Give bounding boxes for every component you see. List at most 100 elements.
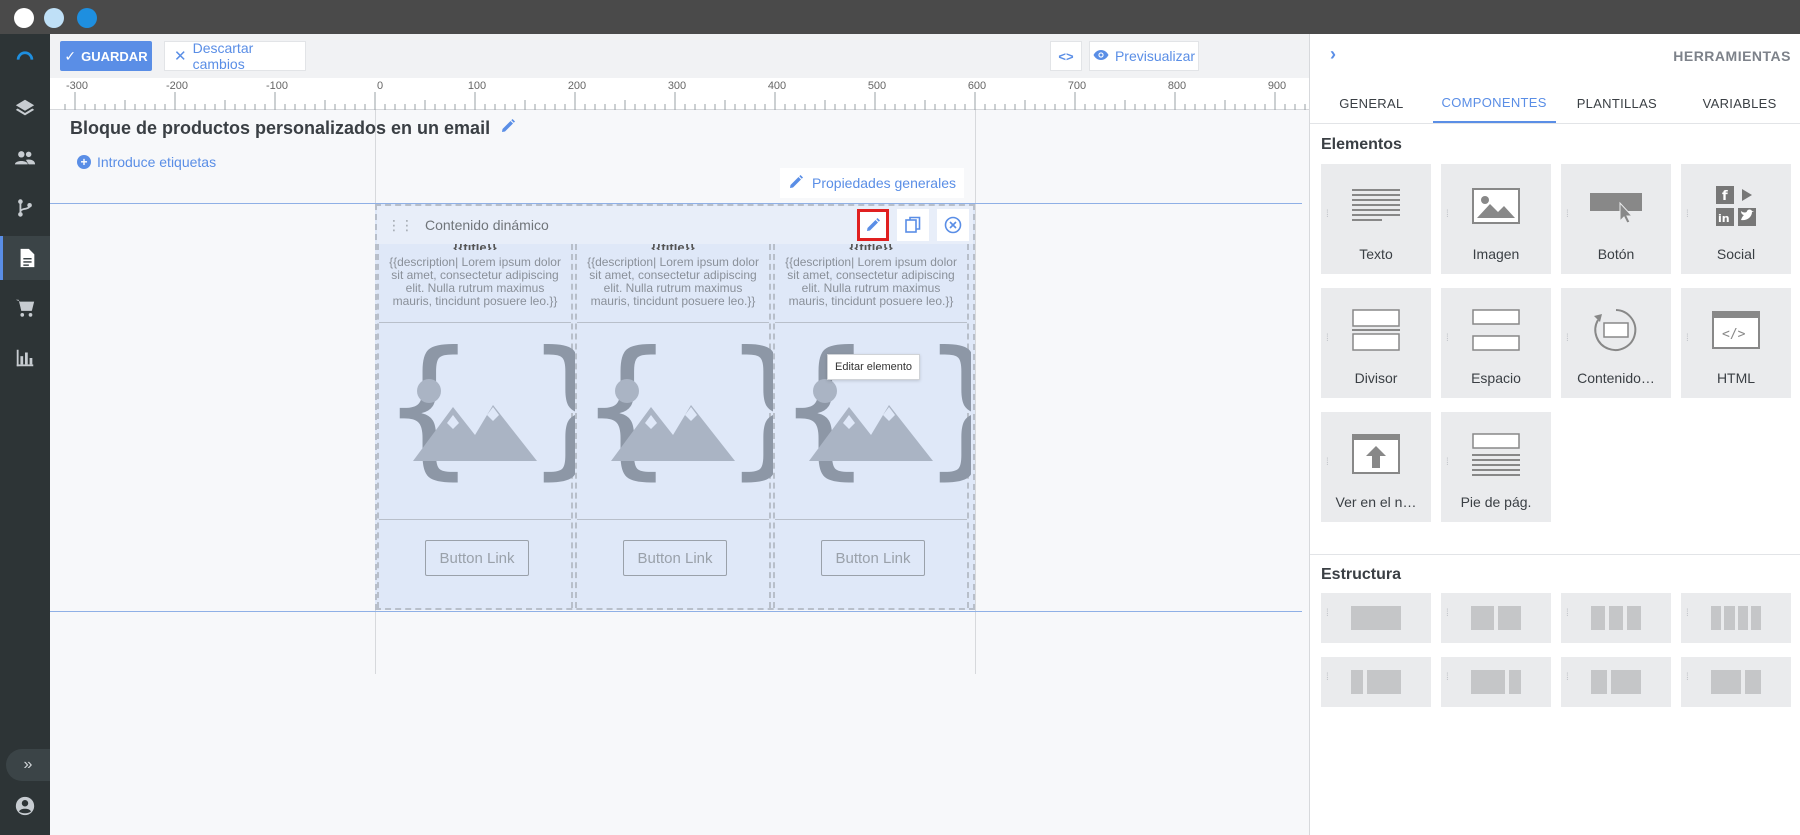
product-column[interactable]: {{title}} {{description| Lorem ipsum dol…	[773, 240, 1016, 608]
structure-1-column[interactable]: ⁞	[1321, 593, 1431, 643]
code-view-button[interactable]: <>	[1050, 41, 1082, 71]
code-icon: <>	[1058, 48, 1074, 64]
preview-button[interactable]: Previsualizar	[1089, 41, 1199, 71]
tab-general[interactable]: GENERAL	[1310, 84, 1433, 123]
structure-layout-icon	[1471, 606, 1521, 630]
image-icon	[1472, 188, 1520, 224]
email-canvas: Bloque de productos personalizados en un…	[50, 110, 1309, 835]
svg-text:{: {	[381, 323, 476, 494]
product-button-link[interactable]: Button Link	[425, 540, 529, 576]
add-tags-link[interactable]: + Introduce etiquetas	[77, 154, 216, 170]
structure-2-columns[interactable]: ⁞	[1441, 593, 1551, 643]
product-image-placeholder: { }	[775, 320, 1016, 520]
elements-section-title: Elementos	[1321, 136, 1402, 153]
html-code-icon: </>	[1712, 311, 1760, 349]
tab-plantillas[interactable]: PLANTILLAS	[1556, 84, 1679, 123]
general-properties-button[interactable]: Propiedades generales	[780, 168, 964, 198]
editor-area: ✓ GUARDAR ✕ Descartar cambios <> Previsu…	[50, 34, 1309, 835]
layers-icon[interactable]	[0, 86, 50, 130]
edit-element-button[interactable]	[857, 209, 889, 241]
cart-icon[interactable]	[0, 286, 50, 330]
structure-1-3-columns[interactable]: ⁞	[1561, 657, 1671, 707]
footer-icon	[1472, 433, 1520, 476]
element-tile-social[interactable]: ⁞ f in Social	[1681, 164, 1791, 274]
product-button-link[interactable]: Button Link	[821, 540, 925, 576]
ruler-label: 100	[468, 80, 486, 92]
tab-componentes[interactable]: COMPONENTES	[1432, 84, 1556, 123]
svg-text:}: }	[921, 323, 971, 494]
duplicate-element-button[interactable]	[897, 209, 929, 241]
button-icon	[1590, 193, 1642, 223]
svg-text:{: {	[579, 323, 674, 494]
contacts-icon[interactable]	[0, 136, 50, 180]
element-tile-text[interactable]: ⁞ Texto	[1321, 164, 1431, 274]
pencil-icon	[867, 218, 880, 231]
product-button-link[interactable]: Button Link	[623, 540, 727, 576]
ruler-label: 500	[868, 80, 886, 92]
element-tile-html[interactable]: ⁞ </> HTML	[1681, 288, 1791, 398]
element-tile-image[interactable]: ⁞ Imagen	[1441, 164, 1551, 274]
image-placeholder-icon: { }	[777, 320, 1016, 494]
product-image-placeholder: { }	[379, 320, 620, 520]
user-account-icon[interactable]	[0, 784, 50, 828]
structure-3-columns[interactable]: ⁞	[1561, 593, 1671, 643]
structure-layout-icon	[1591, 606, 1641, 630]
element-tile-dynamic-content[interactable]: ⁞ Contenido…	[1561, 288, 1671, 398]
discard-changes-button[interactable]: ✕ Descartar cambios	[164, 40, 306, 72]
check-icon: ✓	[64, 47, 77, 64]
panel-title: HERRAMIENTAS	[1673, 48, 1791, 64]
svg-text:in: in	[1718, 212, 1730, 225]
horizontal-ruler: -300 -200 -100 0 100 200 300 400 500 600 700 800 900	[50, 78, 1309, 110]
row-bottom-guide	[50, 611, 1302, 612]
view-online-icon	[1352, 434, 1400, 474]
section-divider	[1310, 554, 1800, 555]
eye-icon	[1093, 48, 1109, 64]
social-icons: f in	[1716, 186, 1756, 226]
automation-flow-icon[interactable]	[0, 186, 50, 230]
element-tile-view-online[interactable]: ⁞ Ver en el n…	[1321, 412, 1431, 522]
remove-circle-icon	[944, 216, 962, 234]
tab-variables[interactable]: VARIABLES	[1678, 84, 1800, 123]
product-image-placeholder: { }	[577, 320, 818, 520]
element-tile-divider[interactable]: ⁞ Divisor	[1321, 288, 1431, 398]
structure-section-title: Estructura	[1321, 566, 1402, 583]
element-tile-button[interactable]: ⁞ Botón	[1561, 164, 1671, 274]
ruler-label: 0	[377, 80, 383, 92]
structure-layout-icon	[1351, 606, 1401, 630]
ruler-label: -200	[166, 80, 188, 92]
spacer-icon	[1472, 309, 1520, 351]
ruler-label: -300	[66, 80, 88, 92]
collapse-panel-icon[interactable]: ›	[1330, 44, 1336, 65]
structure-2-1-columns[interactable]: ⁞	[1441, 657, 1551, 707]
email-editor-icon[interactable]	[0, 236, 50, 280]
structure-1-2-columns[interactable]: ⁞	[1321, 657, 1431, 707]
element-tile-footer[interactable]: ⁞ Pie de pág.	[1441, 412, 1551, 522]
panel-header: › HERRAMIENTAS	[1310, 34, 1800, 76]
product-column[interactable]: {{title}} {{description| Lorem ipsum dol…	[575, 240, 818, 608]
analytics-icon[interactable]	[0, 336, 50, 380]
content-right-guide	[975, 110, 976, 674]
edit-title-icon[interactable]	[500, 118, 516, 139]
element-tile-spacer[interactable]: ⁞ Espacio	[1441, 288, 1551, 398]
expand-sidebar-icon[interactable]: »	[6, 749, 50, 781]
drag-handle-icon[interactable]: ⋮⋮	[387, 217, 414, 234]
product-column[interactable]: {{title}} {{description| Lorem ipsum dol…	[377, 240, 620, 608]
structure-layout-icon	[1711, 670, 1761, 694]
window-close-dot[interactable]	[14, 8, 34, 28]
dynamic-content-block[interactable]: {{title}} {{description| Lorem ipsum dol…	[375, 204, 1016, 610]
window-maximize-dot[interactable]	[77, 8, 97, 28]
tools-panel: › HERRAMIENTAS GENERAL COMPONENTES PLANT…	[1309, 34, 1800, 835]
panel-tabs: GENERAL COMPONENTES PLANTILLAS VARIABLES	[1310, 84, 1800, 124]
delete-element-button[interactable]	[937, 209, 969, 241]
structure-3-1-columns[interactable]: ⁞	[1681, 657, 1791, 707]
window-minimize-dot[interactable]	[44, 8, 64, 28]
image-placeholder-icon: { }	[579, 320, 818, 494]
pencil-icon	[788, 174, 804, 193]
structure-layout-icon	[1351, 670, 1401, 694]
save-button[interactable]: ✓ GUARDAR	[60, 41, 152, 71]
structure-4-columns[interactable]: ⁞	[1681, 593, 1791, 643]
window-titlebar	[0, 0, 1800, 34]
app-logo-icon[interactable]	[0, 34, 50, 78]
product-description: {{description| Lorem ipsum dolor sit ame…	[389, 255, 561, 308]
edit-element-tooltip: Editar elemento	[827, 354, 921, 380]
